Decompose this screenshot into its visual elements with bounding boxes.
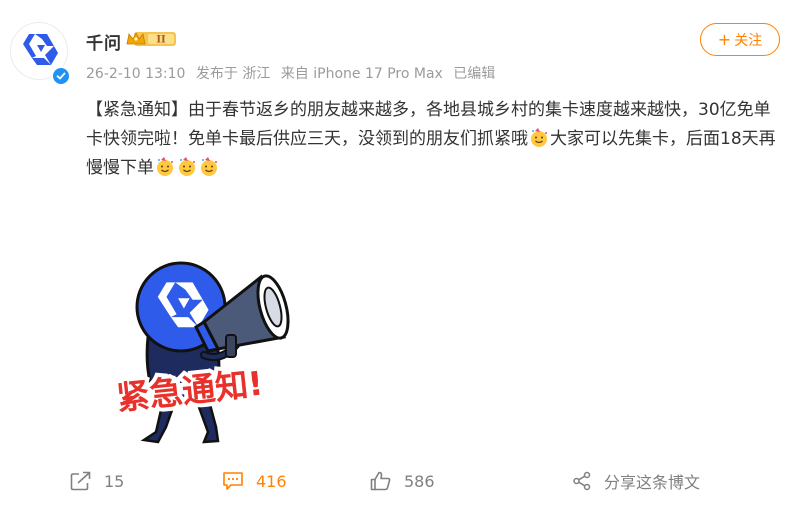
vip-level-text: II — [156, 35, 166, 46]
party-face-emoji-icon — [157, 157, 173, 176]
post-location: 发布于 浙江 — [195, 66, 271, 82]
post-meta: 26-2-10 13:10 发布于 浙江 来自 iPhone 17 Pro Ma… — [86, 63, 501, 83]
post-date[interactable]: 26-2-10 13:10 — [86, 66, 185, 82]
post-content: 【紧急通知】由于春节返乡的朋友越来越多，各地县城乡村的集卡速度越来越快，30亿免… — [86, 96, 776, 183]
post-edited[interactable]: 已编辑 — [453, 66, 495, 82]
comment-count: 416 — [256, 471, 287, 491]
share-button[interactable]: 分享这条博文 — [572, 466, 700, 496]
verified-check-icon — [51, 66, 71, 86]
share-icon — [573, 471, 591, 491]
repost-icon — [70, 471, 91, 491]
post-image[interactable]: 紧急通知! — [86, 227, 296, 453]
follow-button-label: 关注 — [734, 32, 763, 49]
author-name[interactable]: 千问 — [86, 29, 122, 54]
comment-icon — [223, 472, 243, 490]
vip-level-badge[interactable]: II — [126, 30, 178, 48]
thumbs-up-icon — [370, 471, 391, 491]
party-face-emoji-icon — [531, 128, 547, 147]
follow-button[interactable]: + 关注 — [700, 23, 780, 56]
weibo-post: 千问 II 26-2-10 13:10 发布于 浙江 来自 iPhone 17 … — [0, 0, 799, 505]
party-face-emoji-icon — [201, 157, 217, 176]
repost-count: 15 — [104, 471, 125, 491]
post-device: 来自 iPhone 17 Pro Max — [280, 66, 443, 82]
repost-button[interactable]: 15 — [70, 466, 124, 496]
plus-icon: + — [717, 30, 732, 49]
megaphone-mascot-icon: 紧急通知! — [111, 261, 290, 444]
action-bar: 15 416 586 分享这条博文 — [0, 466, 799, 496]
comment-button[interactable]: 416 — [222, 466, 287, 496]
share-label: 分享这条博文 — [604, 473, 701, 492]
like-count: 586 — [404, 471, 435, 491]
party-face-emoji-icon — [179, 157, 195, 176]
image-caption: 紧急通知! — [115, 363, 265, 417]
like-button[interactable]: 586 — [370, 466, 435, 496]
